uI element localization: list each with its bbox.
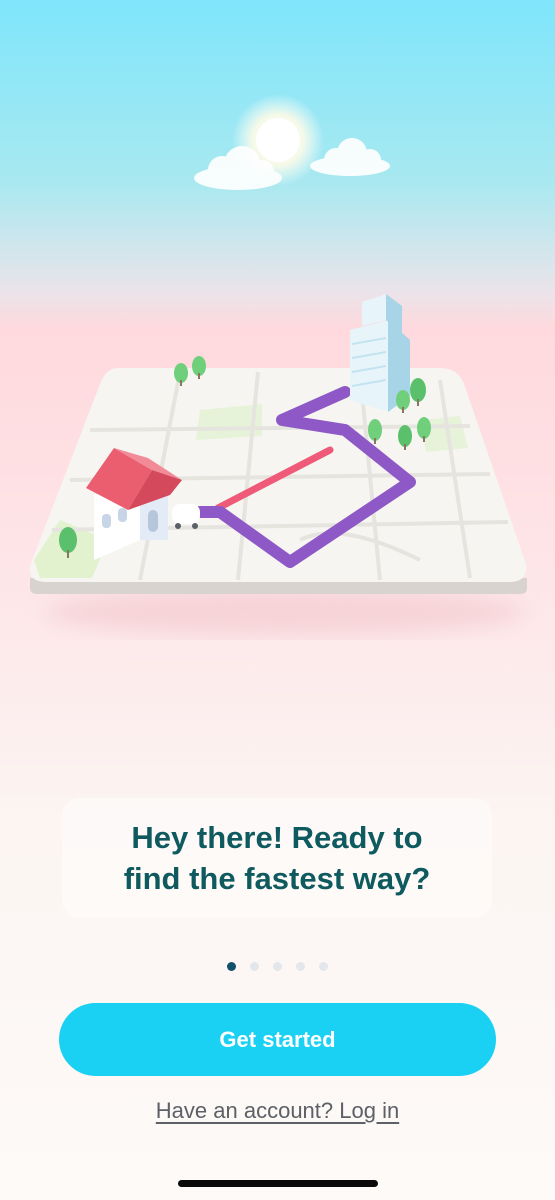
home-indicator[interactable]: [178, 1180, 378, 1187]
login-link[interactable]: Have an account? Log in: [0, 1098, 555, 1124]
page-dot-5[interactable]: [319, 962, 328, 971]
page-dot-4[interactable]: [296, 962, 305, 971]
page-dot-1[interactable]: [227, 962, 236, 971]
map-illustration: [29, 94, 527, 636]
headline-card: Hey there! Ready to find the fastest way…: [62, 798, 492, 918]
page-dot-3[interactable]: [273, 962, 282, 971]
onboarding-headline: Hey there! Ready to find the fastest way…: [87, 817, 467, 899]
page-indicator: [0, 962, 555, 972]
headline-line-1: Hey there! Ready to: [131, 820, 423, 855]
get-started-button[interactable]: Get started: [59, 1003, 496, 1076]
page-dot-2[interactable]: [250, 962, 259, 971]
headline-line-2: find the fastest way?: [123, 861, 431, 896]
